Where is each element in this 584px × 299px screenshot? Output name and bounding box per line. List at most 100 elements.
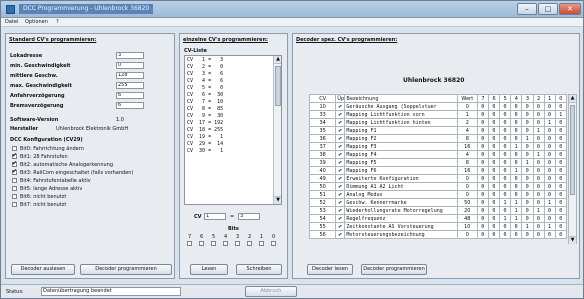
bit-cell-1[interactable]: 0 [543,190,556,199]
bit-cell-2[interactable]: 0 [532,222,545,231]
cv-number-field[interactable]: 1 [204,213,226,220]
bit-cell-0[interactable]: 0 [554,166,568,175]
bit-cell-4[interactable]: 0 [510,150,523,159]
bit-cell-2[interactable]: 0 [532,110,545,119]
menu-help[interactable]: ? [56,19,59,26]
col-header-bit3[interactable]: 3 [521,94,534,103]
table-row[interactable]: 38 ✔ Mapping F4 4 0 0 0 0 0 1 0 0 [308,150,568,159]
bit-cell-0[interactable]: 0 [554,102,568,111]
bit-cell-1[interactable]: 1 [543,222,556,231]
cv-cell[interactable]: 40 [308,166,337,175]
mid-speed-field[interactable]: 128 [116,72,144,79]
bit-cell-3[interactable]: 0 [521,150,534,159]
list-item[interactable]: CV 19 = 1 [187,135,223,140]
col-header-bit2[interactable]: 2 [532,94,545,103]
decoder-spec-program-button[interactable]: Decoder programmieren [361,264,427,275]
list-item[interactable]: CV 5 = 0 [187,86,223,91]
value-cell[interactable]: 48 [456,214,478,223]
check-icon[interactable]: ✔ [335,166,346,175]
bit-cell-0[interactable]: 0 [554,222,568,231]
anfahr-field[interactable]: 6 [116,92,144,99]
bit-cell-1[interactable]: 0 [543,126,556,135]
bit-cell-1[interactable]: 1 [543,118,556,127]
value-cell[interactable]: 0 [456,174,478,183]
bit-cell-3[interactable]: 0 [521,206,534,215]
bit-cell-0[interactable]: 0 [554,174,568,183]
description-cell[interactable]: Regelfrequenz [344,214,458,223]
bit-cell-1[interactable]: 0 [543,158,556,167]
check-icon[interactable]: ✔ [335,230,346,239]
check-icon[interactable]: ✔ [335,102,346,111]
cv-read-button[interactable]: Lesen [190,264,228,275]
value-cell[interactable]: 50 [456,198,478,207]
check-icon[interactable]: ✔ [335,150,346,159]
bit-cell-3[interactable]: 0 [521,110,534,119]
bit6-toggle[interactable] [199,241,204,246]
description-cell[interactable]: Motorsteuerungsbezeichnung [344,230,458,239]
table-row[interactable]: 10 ✔ Geräusche Ausgang (Soppelstuer 0 0 0 0 0 0 0… [308,102,568,111]
value-cell[interactable]: 2 [456,118,478,127]
bit-cell-3[interactable]: 0 [521,118,534,127]
bit-cell-4[interactable]: 0 [510,182,523,191]
bit-cell-5[interactable]: 1 [499,214,512,223]
bit-cell-5[interactable]: 0 [499,118,512,127]
list-item[interactable]: CV 30 = 1 [187,149,223,154]
bit-cell-5[interactable]: 0 [499,158,512,167]
bit-cell-0[interactable]: 0 [554,214,568,223]
lokadresse-field[interactable]: 3 [116,52,144,59]
cv-cell[interactable]: 55 [308,222,337,231]
bit-cell-1[interactable]: 0 [543,206,556,215]
bit-cell-5[interactable]: 0 [499,190,512,199]
bit-cell-1[interactable]: 0 [543,230,556,239]
list-item[interactable]: CV 2 = 0 [187,65,223,70]
bit-cell-4[interactable]: 0 [510,110,523,119]
cv-value-field[interactable]: 3 [238,213,260,220]
col-header-upj[interactable]: Üpj [335,94,346,103]
bit-cell-2[interactable]: 0 [532,174,545,183]
description-cell[interactable]: Mapping F4 [344,150,458,159]
cv-cell[interactable]: 49 [308,174,337,183]
check-icon[interactable]: ✔ [335,198,346,207]
bit-cell-6[interactable]: 0 [488,198,501,207]
bit-cell-3[interactable]: 0 [521,174,534,183]
bit-cell-2[interactable]: 0 [532,190,545,199]
cv-cell[interactable]: 38 [308,150,337,159]
bit-cell-5[interactable]: 0 [499,166,512,175]
bit-cell-5[interactable]: 0 [499,150,512,159]
bit1-checkbox[interactable] [12,152,17,159]
bit-cell-4[interactable]: 0 [510,222,523,231]
cv-cell[interactable]: 53 [308,206,337,215]
bit-cell-3[interactable]: 0 [521,142,534,151]
bit-cell-0[interactable]: 0 [554,190,568,199]
bit-cell-5[interactable]: 0 [499,182,512,191]
bit-cell-2[interactable]: 0 [532,182,545,191]
table-row[interactable]: 54 ✔ Regelfrequenz 48 0 0 1 1 0 0 0 0 [308,214,568,223]
check-icon[interactable]: ✔ [335,222,346,231]
abort-button[interactable]: Abbruch [245,286,297,297]
bit-cell-7[interactable]: 0 [476,110,490,119]
bit-cell-5[interactable]: 0 [499,110,512,119]
check-icon[interactable]: ✔ [335,142,346,151]
table-row[interactable]: 51 ✔ Analog Modus 0 0 0 0 0 0 0 0 0 [308,190,568,199]
table-row[interactable]: 33 ✔ Mapping Lichtfunktion vorn 1 0 0 0 0 0 0 0 1 [308,110,568,119]
value-cell[interactable]: 8 [456,158,478,167]
bit-cell-6[interactable]: 0 [488,190,501,199]
bit-cell-5[interactable]: 0 [499,222,512,231]
bit-cell-2[interactable]: 0 [532,230,545,239]
list-item[interactable]: CV 4 = 6 [187,79,223,84]
bit-cell-2[interactable]: 1 [532,150,545,159]
bit-cell-7[interactable]: 0 [476,118,490,127]
bit-cell-3[interactable]: 1 [521,158,534,167]
bit-cell-6[interactable]: 0 [488,182,501,191]
description-cell[interactable]: Mapping F6 [344,166,458,175]
check-icon[interactable]: ✔ [335,126,346,135]
cv-cell[interactable]: 50 [308,182,337,191]
table-scroll-thumb[interactable] [570,105,575,195]
bit-cell-4[interactable]: 0 [510,230,523,239]
value-cell[interactable]: 4 [456,126,478,135]
list-item[interactable]: CV 9 = 30 [187,114,223,119]
bit0-checkbox[interactable] [12,146,17,151]
title-bar[interactable]: DCC Programmierung - Uhlenbrock 36820 – … [1,1,583,18]
description-cell[interactable]: Dimmung A1 A2 Licht [344,182,458,191]
bit-cell-5[interactable]: 0 [499,142,512,151]
